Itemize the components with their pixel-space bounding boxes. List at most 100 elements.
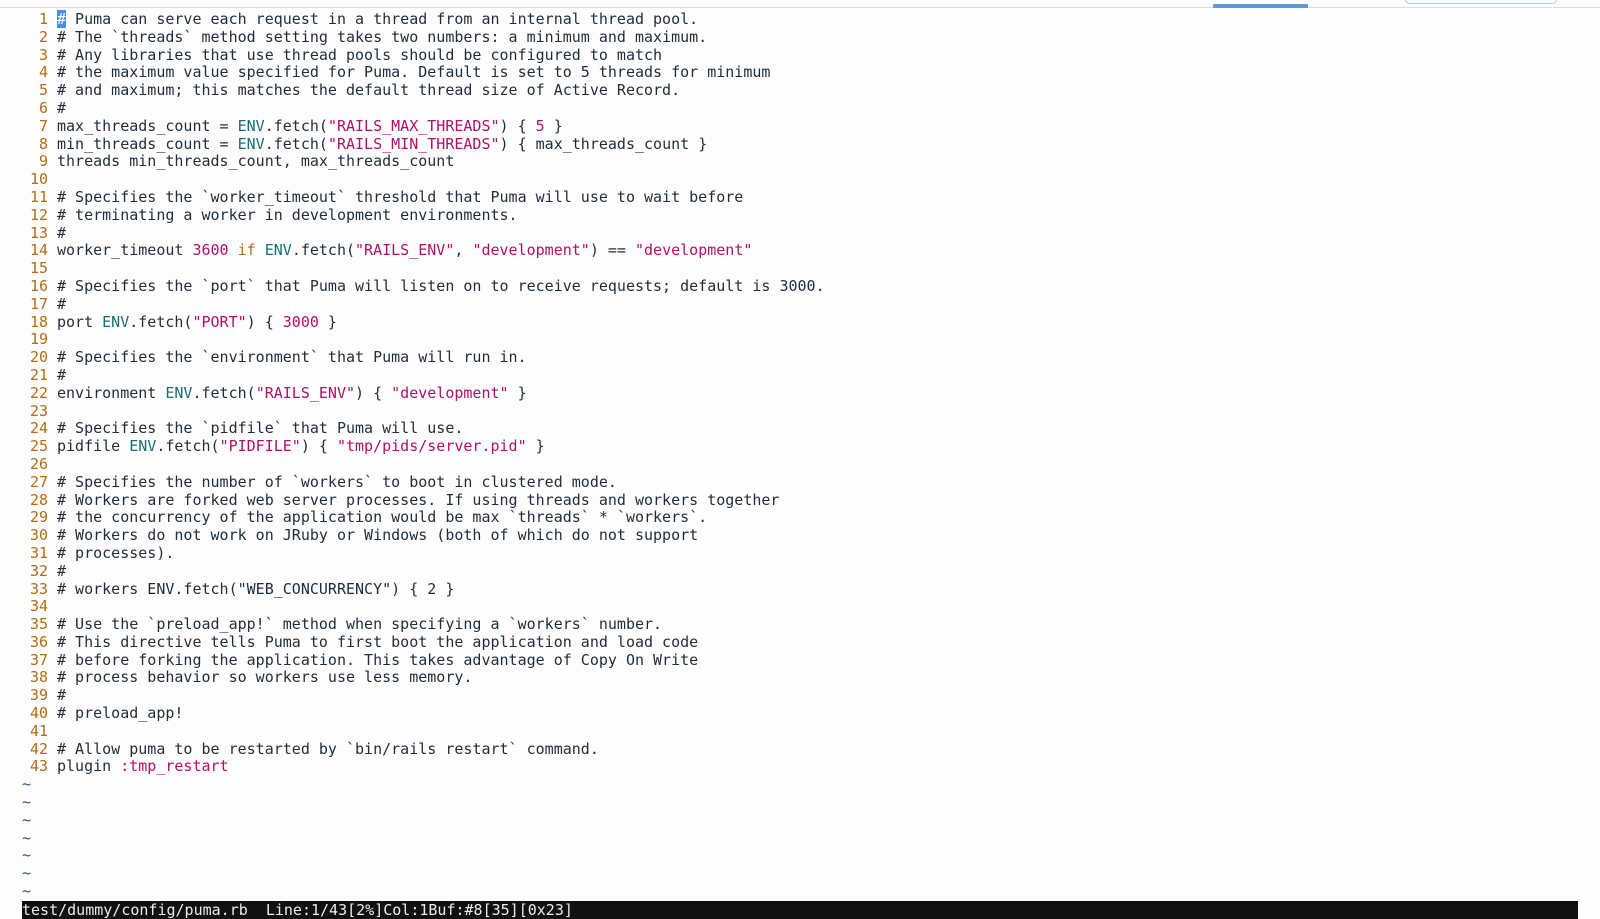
line-number: 38	[29, 668, 48, 687]
line-text: #	[57, 561, 67, 580]
line-text: # Any libraries that use thread pools sh…	[57, 45, 663, 64]
token-constant: ENV	[129, 437, 157, 456]
token-constant: ENV	[237, 134, 265, 153]
code-line[interactable]: 37 # before forking the application. This…	[0, 650, 1600, 670]
code-line[interactable]: 30 # Workers do not work on JRuby or Wind…	[0, 526, 1600, 545]
line-number: 31	[29, 543, 48, 562]
line-text: # workers ENV.fetch("WEB_CONCURRENCY") {…	[57, 579, 455, 598]
line-number: 6	[38, 98, 48, 117]
line-number: 15	[29, 259, 48, 278]
editor-buffer[interactable]: 1 # Puma can serve each request in a thre…	[0, 10, 1600, 901]
token-constant: ENV	[264, 241, 292, 260]
token-string: "development"	[391, 383, 509, 402]
line-number: 14	[29, 241, 48, 260]
code-line[interactable]: 32 #	[0, 561, 1600, 581]
line-number: 22	[29, 383, 48, 402]
code-line[interactable]: 29 # the concurrency of the application w…	[0, 508, 1600, 527]
code-line[interactable]: 38 # process behavior so workers use less…	[0, 669, 1600, 687]
code-line[interactable]: 17 #	[0, 295, 1600, 314]
code-line[interactable]: 2 # The `threads` method setting takes tw…	[0, 28, 1600, 47]
line-number: 32	[29, 561, 48, 580]
code-line[interactable]: 31 # processes).	[0, 543, 1600, 563]
code-line[interactable]: 18 port ENV.fetch("PORT") { 3000 }	[0, 312, 1600, 332]
line-number: 34	[29, 597, 48, 616]
line-text: # terminating a worker in development en…	[57, 205, 518, 224]
line-number: 36	[29, 632, 48, 651]
code-line[interactable]: 5 # and maximum; this matches the default…	[0, 81, 1600, 100]
line-text: # Specifies the number of `workers` to b…	[57, 472, 617, 491]
code-line[interactable]: 6 #	[0, 98, 1600, 118]
line-number: 27	[29, 472, 48, 491]
code-line[interactable]: 42 # Allow puma to be restarted by `bin/r…	[0, 739, 1600, 759]
line-number: 20	[29, 348, 48, 367]
text-cursor: #	[57, 10, 67, 28]
line-text: # Allow puma to be restarted by `bin/rai…	[57, 739, 599, 758]
line-text: # preload_app!	[57, 704, 184, 723]
empty-line-marker: ~	[22, 775, 32, 794]
code-line[interactable]: 16 # Specifies the `port` that Puma will …	[0, 277, 1600, 296]
code-line[interactable]: 39 #	[0, 686, 1600, 705]
line-text: #	[57, 365, 67, 384]
code-line[interactable]: 11 # Specifies the `worker_timeout` thres…	[0, 187, 1600, 207]
line-number: 24	[29, 419, 48, 438]
code-line[interactable]: 36 # This directive tells Puma to first b…	[0, 632, 1600, 652]
code-line[interactable]: 20 # Specifies the `environment` that Pum…	[0, 348, 1600, 367]
line-text: # This directive tells Puma to first boo…	[57, 632, 699, 651]
line-text: # Workers are forked web server processe…	[57, 490, 780, 509]
code-line[interactable]: 12 # terminating a worker in development …	[0, 205, 1600, 225]
code-line[interactable]: 4 # the maximum value specified for Puma.…	[0, 63, 1600, 82]
code-line[interactable]: 15	[0, 259, 1600, 278]
code-line[interactable]: 13 #	[0, 223, 1600, 243]
empty-line-marker: ~	[22, 793, 32, 812]
code-line[interactable]: 28 # Workers are forked web server proces…	[0, 490, 1600, 510]
code-line[interactable]: 25 pidfile ENV.fetch("PIDFILE") { "tmp/pi…	[0, 437, 1600, 456]
line-text: threads min_threads_count, max_threads_c…	[57, 152, 455, 171]
code-line[interactable]: 27 # Specifies the number of `workers` to…	[0, 472, 1600, 492]
token-number: 3000	[282, 312, 319, 331]
code-line[interactable]: 34	[0, 597, 1600, 616]
token: .fetch(	[264, 116, 328, 135]
code-line[interactable]: 43 plugin :tmp_restart	[0, 758, 1600, 776]
token-string: "PORT"	[192, 312, 247, 331]
code-line[interactable]: 24 # Specifies the `pidfile` that Puma wi…	[0, 419, 1600, 438]
empty-line-marker: ~	[22, 846, 32, 865]
code-line[interactable]: 41	[0, 722, 1600, 741]
token: max_threads_count =	[57, 116, 238, 135]
code-line[interactable]: 19	[0, 331, 1600, 349]
line-text: # Workers do not work on JRuby or Window…	[57, 526, 699, 545]
token: environment	[57, 383, 166, 402]
code-line[interactable]: 8 min_threads_count = ENV.fetch("RAILS_MI…	[0, 134, 1600, 154]
token: plugin	[57, 757, 121, 776]
line-number: 18	[29, 312, 48, 331]
code-line[interactable]: 22 environment ENV.fetch("RAILS_ENV") { "…	[0, 383, 1600, 403]
code-line[interactable]: 1 # Puma can serve each request in a thre…	[0, 10, 1600, 29]
code-line[interactable]: 7 max_threads_count = ENV.fetch("RAILS_MA…	[0, 116, 1600, 136]
token-string: "tmp/pids/server.pid"	[336, 437, 527, 456]
code-line[interactable]: 40 # preload_app!	[0, 704, 1600, 723]
code-line[interactable]: 10	[0, 170, 1600, 189]
code-line[interactable]: 3 # Any libraries that use thread pools s…	[0, 45, 1600, 65]
code-line[interactable]: 26	[0, 454, 1600, 474]
token: .fetch(	[129, 312, 193, 331]
status-bar: test/dummy/config/puma.rb Line:1/43[2%]C…	[22, 901, 1578, 919]
token-number: 5	[535, 116, 545, 135]
line-number: 4	[38, 63, 48, 82]
token-constant: ENV	[165, 383, 193, 402]
code-line[interactable]: 9 threads min_threads_count, max_threads_…	[0, 152, 1600, 171]
line-number: 37	[29, 650, 48, 669]
code-line[interactable]: 35 # Use the `preload_app!` method when s…	[0, 615, 1600, 634]
code-line[interactable]: 14 worker_timeout 3600 if ENV.fetch("RAIL…	[0, 241, 1600, 260]
line-number: 26	[29, 454, 48, 473]
line-text: #	[57, 223, 67, 242]
code-line[interactable]: 33 # workers ENV.fetch("WEB_CONCURRENCY")…	[0, 579, 1600, 599]
code-line[interactable]: 23	[0, 402, 1600, 421]
line-text: # Specifies the `worker_timeout` thresho…	[57, 187, 744, 206]
token: .fetch(	[156, 437, 220, 456]
line-number: 30	[29, 526, 48, 545]
code-line[interactable]: 21 #	[0, 365, 1600, 385]
line-text: # process behavior so workers use less m…	[57, 668, 473, 687]
token: ) {	[246, 312, 283, 331]
line-number: 21	[29, 365, 48, 384]
